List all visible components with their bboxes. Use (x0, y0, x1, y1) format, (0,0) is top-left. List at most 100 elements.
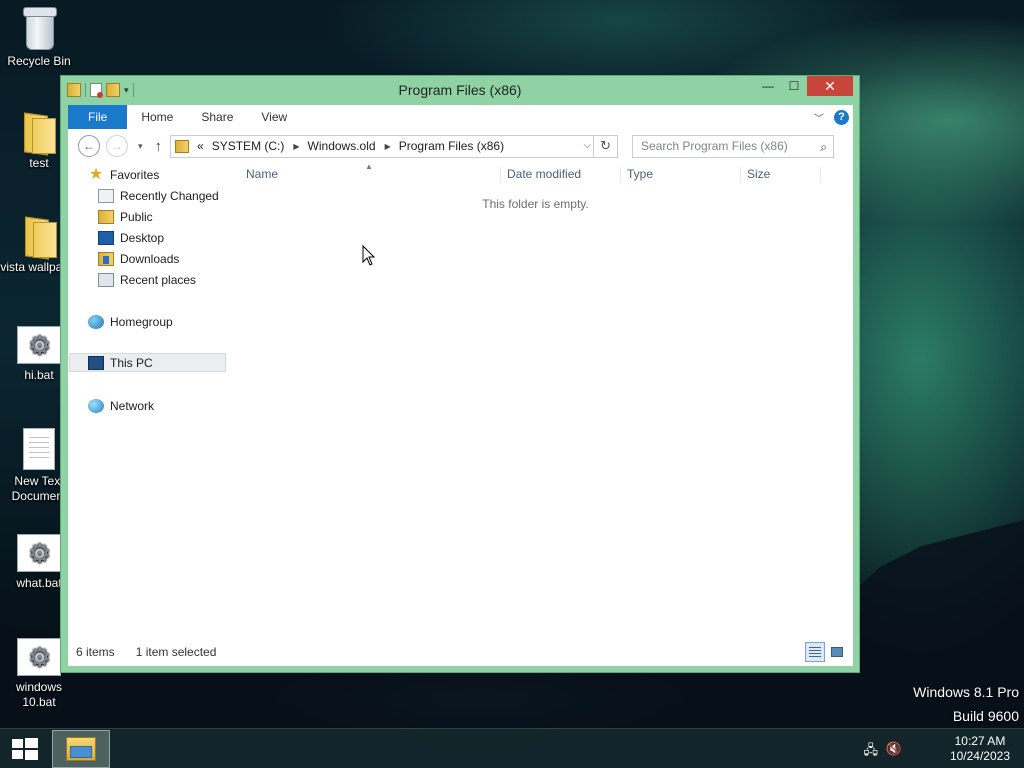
expand-ribbon-chevron-icon[interactable]: ﹀ (814, 110, 824, 125)
up-button[interactable]: ↑ (155, 138, 163, 155)
navigation-pane: ★ Favorites Recently Changed Public Desk… (68, 163, 226, 636)
network-tray-icon[interactable]: 🖧 (864, 741, 879, 763)
batch-file-icon: ⚙ (17, 326, 61, 364)
column-header-type[interactable]: Type (627, 163, 653, 185)
address-dropdown-icon[interactable]: ⌵ (583, 140, 591, 151)
nav-item-label: Homegroup (110, 314, 173, 329)
nav-item-desktop[interactable]: Desktop (98, 228, 164, 247)
details-view-button[interactable] (805, 642, 825, 662)
desktop-icon-label: what.bat (16, 576, 62, 590)
large-icons-view-icon (831, 647, 843, 657)
details-view-icon (809, 647, 821, 657)
breadcrumb-arrow-icon[interactable]: ▶ (385, 142, 391, 151)
help-icon[interactable]: ? (834, 109, 849, 125)
ribbon-right-controls: ﹀ ? (814, 105, 853, 129)
batch-file-icon: ⚙ (17, 534, 61, 572)
windows-version-watermark: Windows 8.1 Pro (913, 684, 1019, 700)
text-file-icon (23, 428, 55, 470)
explorer-window: ▾ Program Files (x86) — ☐ ✕ File Home Sh… (60, 75, 860, 673)
back-button[interactable]: ← (78, 135, 100, 157)
large-icons-view-button[interactable] (827, 642, 847, 662)
system-clock[interactable]: 10:27 AM 10/24/2023 (950, 734, 1010, 764)
recent-locations-dropdown-icon[interactable]: ▾ (138, 141, 143, 152)
tab-view[interactable]: View (247, 105, 301, 129)
forward-button[interactable]: → (106, 135, 128, 157)
star-icon: ★ (88, 165, 104, 183)
minimize-button[interactable]: — (755, 76, 781, 96)
selection-count: 1 item selected (135, 645, 217, 659)
desktop-icon-label: New Text Document (11, 474, 67, 503)
windows-build-watermark: Build 9600 (952, 708, 1019, 724)
nav-item-label: Public (120, 209, 153, 224)
title-bar[interactable]: ▾ Program Files (x86) — ☐ ✕ (61, 76, 859, 104)
sort-ascending-icon: ▲ (365, 162, 373, 171)
desktop-icon-recycle-bin[interactable]: Recycle Bin (0, 6, 78, 69)
file-explorer-icon (66, 737, 96, 761)
navigation-bar: ← → ▾ ↑ « SYSTEM (C:) ▶ Windows.old ▶ Pr… (68, 129, 853, 163)
column-header-name[interactable]: Name (246, 163, 278, 185)
taskbar-file-explorer-button[interactable] (52, 730, 110, 768)
explorer-content: ★ Favorites Recently Changed Public Desk… (68, 162, 853, 666)
column-divider[interactable] (500, 167, 501, 183)
address-bar[interactable]: « SYSTEM (C:) ▶ Windows.old ▶ Program Fi… (170, 134, 595, 158)
nav-item-favorites[interactable]: ★ Favorites (88, 165, 160, 184)
nav-item-label: Favorites (110, 167, 160, 182)
desktop-icon-label: hi.bat (24, 368, 54, 382)
nav-item-this-pc[interactable]: This PC (69, 353, 226, 372)
close-button[interactable]: ✕ (807, 76, 853, 96)
tab-home[interactable]: Home (127, 105, 187, 129)
recent-places-icon (98, 272, 114, 287)
nav-item-label: This PC (110, 355, 153, 370)
nav-item-network[interactable]: Network (88, 396, 154, 415)
desktop-icon-label: Recycle Bin (7, 54, 71, 68)
column-header-date-modified[interactable]: Date modified (507, 163, 581, 185)
view-switcher (805, 642, 847, 662)
folder-icon (23, 216, 57, 258)
mouse-cursor-icon (362, 245, 376, 266)
breadcrumb-system-c[interactable]: SYSTEM (C:) (212, 139, 285, 153)
folder-icon (22, 112, 56, 154)
folder-icon (175, 139, 190, 153)
search-placeholder: Search Program Files (x86) (641, 139, 788, 153)
column-header-size[interactable]: Size (747, 163, 770, 185)
desktop-icon-label: test (29, 156, 49, 170)
search-icon[interactable]: ⌕ (820, 140, 827, 155)
homegroup-icon (88, 314, 104, 329)
downloads-icon (98, 251, 114, 266)
desktop-icon (98, 230, 114, 245)
taskbar: 🖧 🔇 10:27 AM 10/24/2023 (0, 728, 1024, 768)
nav-item-recent-places[interactable]: Recent places (98, 270, 196, 289)
address-overflow[interactable]: « (197, 139, 204, 153)
start-button[interactable] (12, 738, 38, 760)
nav-item-label: Network (110, 398, 155, 413)
ribbon-tabs: File Home Share View ﹀ ? (68, 105, 853, 129)
item-count: 6 items (76, 645, 115, 659)
empty-folder-message: This folder is empty. (482, 197, 589, 211)
tab-share[interactable]: Share (187, 105, 247, 129)
nav-item-label: Desktop (120, 230, 165, 245)
breadcrumb-windows-old[interactable]: Windows.old (308, 139, 376, 153)
column-divider[interactable] (740, 167, 741, 183)
volume-muted-icon[interactable]: 🔇 (886, 741, 902, 757)
refresh-button[interactable]: ↻ (594, 134, 619, 158)
window-title: Program Files (x86) (398, 82, 522, 98)
clock-time: 10:27 AM (954, 734, 1006, 748)
breadcrumb-arrow-icon[interactable]: ▶ (293, 142, 299, 151)
clock-date: 10/24/2023 (949, 749, 1010, 763)
maximize-button[interactable]: ☐ (781, 76, 807, 96)
column-divider[interactable] (820, 167, 821, 183)
network-icon (88, 398, 104, 413)
nav-item-downloads[interactable]: Downloads (98, 249, 179, 268)
nav-item-label: Recent places (120, 272, 197, 287)
search-input[interactable]: Search Program Files (x86) ⌕ (632, 134, 835, 158)
recycle-bin-icon (22, 6, 57, 50)
tab-file[interactable]: File (68, 105, 128, 129)
nav-item-homegroup[interactable]: Homegroup (88, 312, 173, 331)
folder-icon (98, 209, 114, 224)
breadcrumb-program-files-x86[interactable]: Program Files (x86) (399, 139, 504, 153)
window-controls: — ☐ ✕ (755, 76, 853, 96)
desktop-icon-label: windows 10.bat (15, 680, 63, 709)
status-bar: 6 items 1 item selected (68, 638, 853, 666)
column-divider[interactable] (620, 167, 621, 183)
batch-file-icon: ⚙ (17, 638, 61, 676)
